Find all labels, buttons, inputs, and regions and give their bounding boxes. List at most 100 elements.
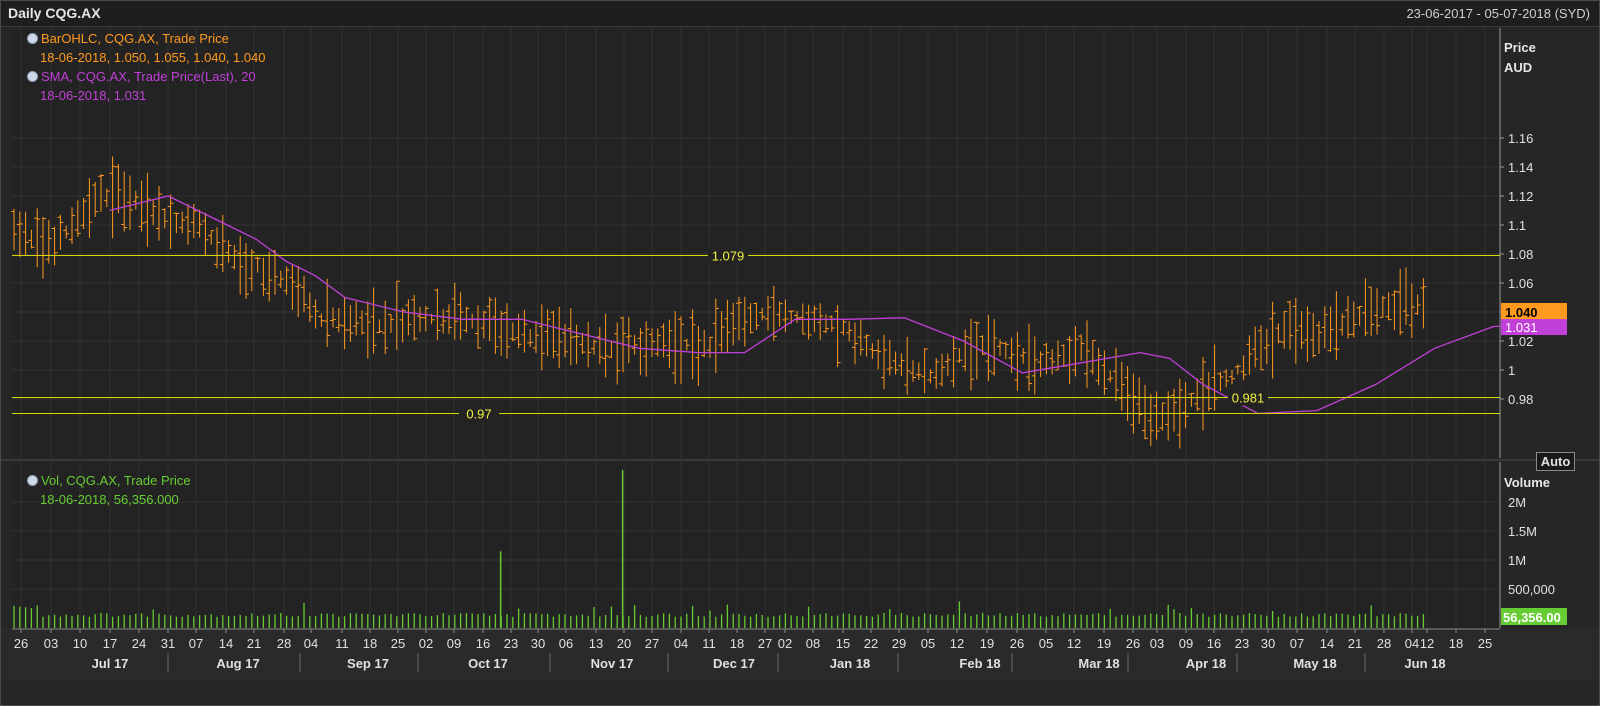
horizontal-level-label: 0.981 [1232, 391, 1265, 406]
volume-tick-label: 500,000 [1508, 582, 1555, 597]
sma-series-label: SMA, CQG.AX, Trade Price(Last), 20 [41, 69, 256, 84]
price-tick-label: 1.12 [1508, 189, 1533, 204]
time-tick-label: 04 [674, 636, 688, 651]
volume-tick-label: 1.5M [1508, 524, 1537, 539]
time-tick-label: 08 [806, 636, 820, 651]
time-tick-label: 10 [73, 636, 87, 651]
time-tick-label: 02 [419, 636, 433, 651]
time-tick-label: 04 [304, 636, 318, 651]
month-label: Jun 18 [1404, 656, 1445, 671]
time-tick-label: 31 [161, 636, 175, 651]
legend-bullet-icon[interactable] [27, 33, 38, 44]
price-tick-label: 1 [1508, 363, 1515, 378]
horizontal-level-label: 0.97 [466, 407, 491, 422]
time-tick-label: 24 [132, 636, 146, 651]
month-label: Dec 17 [713, 656, 755, 671]
month-label: May 18 [1293, 656, 1336, 671]
sma-series-values: 18-06-2018, 1.031 [40, 88, 147, 103]
price-tick-label: 1.16 [1508, 131, 1533, 146]
time-tick-label: 28 [277, 636, 291, 651]
time-tick-label: 11 [702, 636, 716, 651]
last-price-label: 1.040 [1505, 305, 1538, 320]
time-tick-label: 25 [1478, 636, 1492, 651]
time-tick-label: 15 [836, 636, 850, 651]
month-label: Aug 17 [216, 656, 259, 671]
time-tick-label: 14 [1320, 636, 1334, 651]
volume-tick-label: 1M [1508, 553, 1526, 568]
time-tick-label: 20 [617, 636, 631, 651]
time-tick-label: 02 [778, 636, 792, 651]
price-tick-label: 0.98 [1508, 392, 1533, 407]
time-tick-label: 13 [589, 636, 603, 651]
time-tick-label: 05 [1039, 636, 1053, 651]
volume-tick-label: 2M [1508, 495, 1526, 510]
time-tick-label: 26 [1010, 636, 1024, 651]
time-tick-label: 21 [1348, 636, 1362, 651]
time-tick-label: 30 [531, 636, 545, 651]
time-tick-label: 16 [1207, 636, 1221, 651]
price-legend: BarOHLC, CQG.AX, Trade Price 18-06-2018,… [27, 29, 266, 105]
time-tick-label: 28 [1377, 636, 1391, 651]
month-label: Mar 18 [1078, 656, 1119, 671]
volume-series-values: 18-06-2018, 56,356.000 [40, 492, 179, 507]
time-tick-label: 25 [391, 636, 405, 651]
volume-panel [12, 462, 1500, 628]
time-tick-label: 11 [335, 636, 349, 651]
time-tick-label: 18 [730, 636, 744, 651]
horizontal-level-label: 1.079 [712, 248, 745, 263]
price-tick-label: 1.14 [1508, 160, 1533, 175]
last-volume-label: 56,356.00 [1503, 610, 1561, 625]
time-tick-label: 21 [247, 636, 261, 651]
time-tick-label: 22 [864, 636, 878, 651]
time-tick-label: 26 [14, 636, 28, 651]
time-tick-label: 05 [921, 636, 935, 651]
time-tick-label: 06 [559, 636, 573, 651]
chart-window: Daily CQG.AX 23-06-2017 - 05-07-2018 (SY… [0, 0, 1600, 706]
price-tick-label: 1.02 [1508, 334, 1533, 349]
time-tick-label: 03 [44, 636, 58, 651]
chart-canvas[interactable]: 1.161.141.121.11.081.061.041.0210.982M1.… [0, 0, 1600, 706]
time-tick-label: 27 [645, 636, 659, 651]
volume-axis-title: Volume [1504, 475, 1550, 490]
time-tick-label: 27 [758, 636, 772, 651]
month-label: Feb 18 [959, 656, 1000, 671]
bar-series-label: BarOHLC, CQG.AX, Trade Price [41, 31, 229, 46]
time-tick-label: 30 [1261, 636, 1275, 651]
time-tick-label: 19 [980, 636, 994, 651]
month-label: Oct 17 [468, 656, 508, 671]
price-tick-label: 1.08 [1508, 247, 1533, 262]
price-axis-unit: AUD [1504, 60, 1532, 75]
month-label: Jul 17 [92, 656, 129, 671]
time-tick-label: 09 [447, 636, 461, 651]
time-tick-label: 03 [1150, 636, 1164, 651]
time-tick-label: 07 [1290, 636, 1304, 651]
time-tick-label: 12 [1067, 636, 1081, 651]
month-label: Nov 17 [591, 656, 634, 671]
volume-legend: Vol, CQG.AX, Trade Price 18-06-2018, 56,… [27, 471, 191, 509]
time-tick-label: 17 [103, 636, 117, 651]
time-tick-label: 26 [1126, 636, 1140, 651]
price-axis-title: Price [1504, 40, 1536, 55]
time-tick-label: 14 [219, 636, 233, 651]
time-tick-label: 29 [892, 636, 906, 651]
volume-series-label: Vol, CQG.AX, Trade Price [41, 473, 191, 488]
bar-series-values: 18-06-2018, 1.050, 1.055, 1.040, 1.040 [40, 50, 266, 65]
time-tick-label: 12 [1420, 636, 1434, 651]
time-tick-label: 18 [363, 636, 377, 651]
time-tick-label: 04 [1405, 636, 1419, 651]
legend-bullet-icon[interactable] [27, 71, 38, 82]
price-tick-label: 1.1 [1508, 218, 1526, 233]
month-label: Apr 18 [1186, 656, 1226, 671]
sma-last-label: 1.031 [1505, 320, 1538, 335]
time-tick-label: 16 [476, 636, 490, 651]
auto-scale-button[interactable]: Auto [1536, 452, 1575, 471]
time-tick-label: 09 [1179, 636, 1193, 651]
price-tick-label: 1.06 [1508, 276, 1533, 291]
time-tick-label: 07 [189, 636, 203, 651]
legend-bullet-icon[interactable] [27, 475, 38, 486]
month-label: Sep 17 [347, 656, 389, 671]
month-label: Jan 18 [830, 656, 870, 671]
time-tick-label: 18 [1449, 636, 1463, 651]
time-tick-label: 23 [504, 636, 518, 651]
time-tick-label: 19 [1097, 636, 1111, 651]
